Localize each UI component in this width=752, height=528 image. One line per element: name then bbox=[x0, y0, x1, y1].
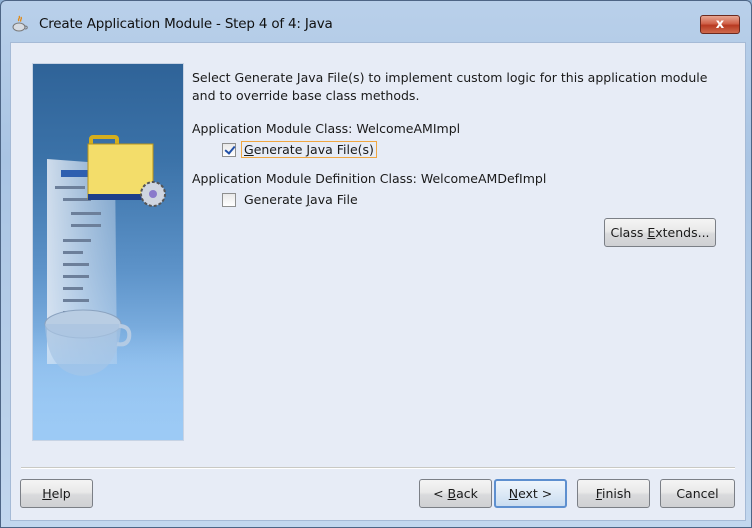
dialog-window: Create Application Module - Step 4 of 4:… bbox=[0, 0, 752, 528]
back-button[interactable]: < Back bbox=[419, 479, 492, 508]
label-text: ack bbox=[456, 486, 478, 501]
label-text: ava File bbox=[310, 192, 358, 207]
label-text: xtends... bbox=[655, 225, 710, 240]
title-bar[interactable]: Create Application Module - Step 4 of 4:… bbox=[1, 1, 751, 41]
footer-divider bbox=[21, 467, 735, 469]
generate-am-java-files-checkbox[interactable] bbox=[222, 142, 236, 157]
label-text: Class bbox=[610, 225, 648, 240]
label-text: < bbox=[433, 486, 448, 501]
next-button[interactable]: Next > bbox=[494, 479, 567, 508]
generate-am-java-files-checkbox-row[interactable]: Generate Java File(s) bbox=[222, 141, 377, 158]
generate-am-def-java-file-checkbox-row[interactable]: Generate Java File bbox=[222, 191, 361, 208]
instructions-text: Select Generate Java File(s) to implemen… bbox=[192, 70, 708, 103]
label-text: enerate Java File(s) bbox=[253, 142, 374, 157]
generate-am-def-java-file-label[interactable]: Generate Java File bbox=[241, 191, 361, 208]
am-def-class-label: Application Module Definition Class: Wel… bbox=[192, 171, 547, 186]
wizard-banner-image bbox=[32, 63, 184, 441]
mnemonic: G bbox=[244, 142, 254, 157]
application-module-illustration-icon bbox=[33, 135, 183, 440]
finish-button[interactable]: Finish bbox=[577, 479, 650, 508]
cancel-button[interactable]: Cancel bbox=[660, 479, 735, 508]
help-button[interactable]: Help bbox=[20, 479, 93, 508]
generate-am-def-java-file-checkbox[interactable] bbox=[222, 192, 236, 207]
am-class-label: Application Module Class: WelcomeAMImpl bbox=[192, 121, 461, 136]
generate-am-java-files-label[interactable]: Generate Java File(s) bbox=[241, 141, 377, 158]
label-text: inish bbox=[601, 486, 632, 501]
dialog-content: Select Generate Java File(s) to implemen… bbox=[10, 42, 746, 521]
label-text: Cancel bbox=[676, 486, 719, 501]
label-text: ext > bbox=[518, 486, 553, 501]
label-text: Generate bbox=[244, 192, 307, 207]
mnemonic: N bbox=[508, 486, 519, 501]
mnemonic: H bbox=[42, 486, 52, 501]
window-title: Create Application Module - Step 4 of 4:… bbox=[39, 16, 333, 32]
class-extends-button[interactable]: Class Extends... bbox=[604, 218, 716, 247]
label-text: elp bbox=[51, 486, 71, 501]
close-icon: x bbox=[715, 17, 725, 32]
close-button[interactable]: x bbox=[700, 15, 740, 34]
mnemonic: B bbox=[447, 486, 457, 501]
java-cup-icon bbox=[12, 15, 28, 32]
